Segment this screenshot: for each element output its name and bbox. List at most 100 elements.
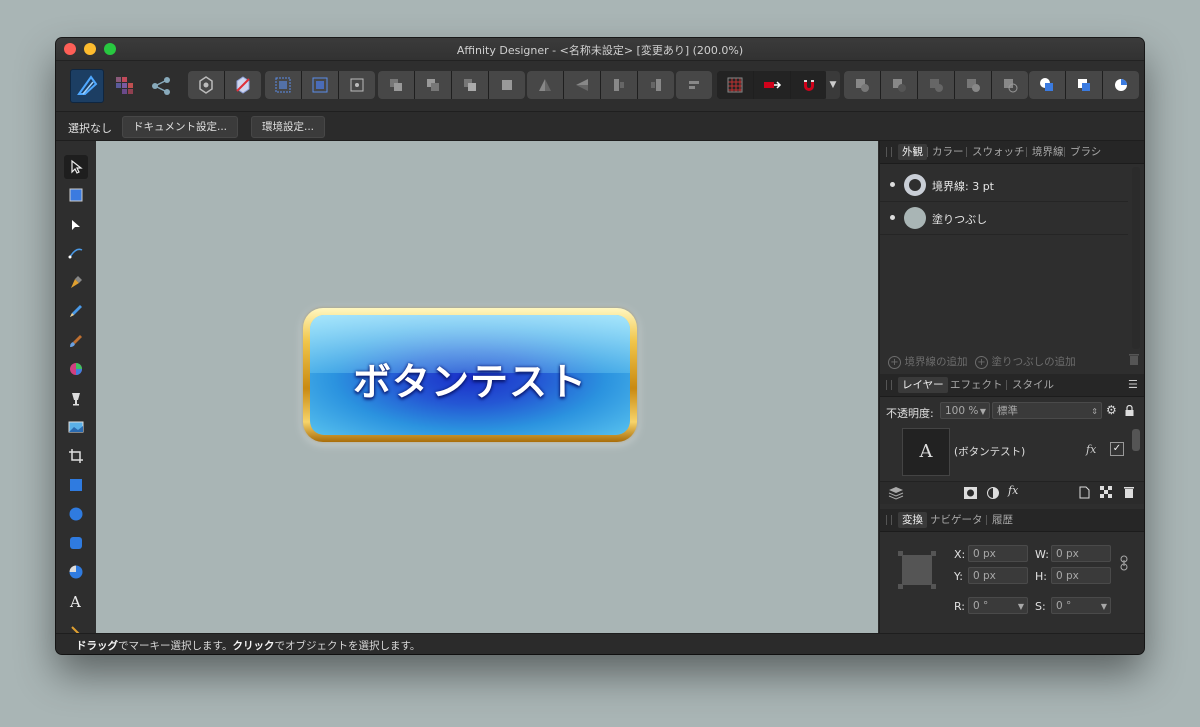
boolean-intersect-icon[interactable] bbox=[918, 71, 954, 99]
panel-menu-icon[interactable]: ☰ bbox=[1128, 378, 1138, 391]
export-persona-icon[interactable] bbox=[150, 75, 172, 100]
fill-tool-icon[interactable] bbox=[64, 357, 88, 381]
tab-swatches[interactable]: スウォッチ bbox=[968, 144, 1029, 160]
delete-appearance-icon[interactable] bbox=[1128, 353, 1140, 369]
selection-box-icon[interactable] bbox=[265, 71, 301, 99]
visibility-dot-icon[interactable] bbox=[890, 182, 895, 187]
rotation-field[interactable]: 0 ° ▼ bbox=[968, 597, 1028, 614]
visibility-dot-icon[interactable] bbox=[890, 215, 895, 220]
rounded-rectangle-tool-icon[interactable] bbox=[64, 531, 88, 555]
tab-effects[interactable]: エフェクト bbox=[946, 377, 1007, 393]
vector-brush-tool-icon[interactable] bbox=[64, 329, 88, 353]
boolean-divide-icon[interactable] bbox=[992, 71, 1028, 99]
add-stroke-button[interactable]: + 境界線の追加 bbox=[888, 354, 968, 369]
add-fill-button[interactable]: + 塗りつぶしの追加 bbox=[975, 354, 1076, 369]
tab-appearance[interactable]: 外観 bbox=[898, 144, 927, 160]
snapping-dropdown-chevron-icon[interactable]: ▼ bbox=[826, 71, 840, 99]
stroke-swatch-icon[interactable] bbox=[904, 174, 926, 196]
delete-layer-icon[interactable] bbox=[1123, 486, 1135, 502]
panel-grip-icon[interactable] bbox=[886, 380, 892, 390]
layers-stack-icon[interactable] bbox=[888, 486, 904, 503]
boolean-subtract-icon[interactable] bbox=[881, 71, 917, 99]
tab-navigator[interactable]: ナビゲータ bbox=[926, 512, 987, 528]
add-layer-icon[interactable] bbox=[1079, 486, 1090, 502]
tab-styles[interactable]: スタイル bbox=[1008, 377, 1058, 393]
align-box-icon[interactable] bbox=[302, 71, 338, 99]
chevron-down-icon: ▼ bbox=[1017, 602, 1024, 611]
tab-stroke[interactable]: 境界線 bbox=[1028, 144, 1068, 160]
w-field[interactable]: 0 px bbox=[1051, 545, 1111, 562]
appearance-row-stroke[interactable]: 境界線: 3 pt bbox=[880, 169, 1128, 202]
pie-tool-icon[interactable] bbox=[64, 560, 88, 584]
rotate-left-icon[interactable] bbox=[601, 71, 637, 99]
insert-top-icon[interactable] bbox=[1066, 71, 1102, 99]
preferences-button[interactable]: 環境設定... bbox=[251, 116, 326, 138]
panel-grip-icon[interactable] bbox=[886, 515, 892, 525]
grid-icon[interactable] bbox=[717, 71, 753, 99]
flip-horizontal-icon[interactable] bbox=[527, 71, 563, 99]
point-transform-tool-icon[interactable] bbox=[64, 241, 88, 265]
move-to-back-icon[interactable] bbox=[378, 71, 414, 99]
align-icon[interactable] bbox=[676, 71, 712, 99]
crop-tool-icon[interactable] bbox=[64, 444, 88, 468]
artboard-tool-icon[interactable] bbox=[64, 183, 88, 207]
document-setup-button[interactable]: ドキュメント設定... bbox=[122, 116, 239, 138]
shear-field[interactable]: 0 ° ▼ bbox=[1051, 597, 1111, 614]
flip-vertical-icon[interactable] bbox=[564, 71, 600, 99]
tab-color[interactable]: カラー bbox=[928, 144, 968, 160]
artistic-text-tool-icon[interactable]: A bbox=[64, 589, 88, 613]
snap-to-icon[interactable] bbox=[754, 71, 790, 99]
transparency-tool-icon[interactable] bbox=[64, 387, 88, 411]
link-aspect-icon[interactable] bbox=[1120, 555, 1128, 574]
insert-inside-icon[interactable] bbox=[1103, 71, 1139, 99]
move-back-one-icon[interactable] bbox=[415, 71, 451, 99]
fill-swatch-icon[interactable] bbox=[904, 207, 926, 229]
move-tool-icon[interactable] bbox=[64, 155, 88, 179]
boolean-xor-icon[interactable] bbox=[955, 71, 991, 99]
snapping-magnet-icon[interactable] bbox=[791, 71, 827, 99]
move-to-front-icon[interactable] bbox=[489, 71, 525, 99]
x-field[interactable]: 0 px bbox=[968, 545, 1028, 562]
game-button-artwork[interactable]: ボタンテスト bbox=[303, 308, 637, 442]
lock-icon[interactable] bbox=[1125, 404, 1134, 419]
panel-grip-icon[interactable] bbox=[886, 147, 892, 157]
place-image-tool-icon[interactable] bbox=[64, 415, 88, 439]
move-forward-one-icon[interactable] bbox=[452, 71, 488, 99]
snapping-options-icon[interactable] bbox=[225, 71, 261, 99]
tab-brushes[interactable]: ブラシ bbox=[1066, 144, 1105, 160]
ellipse-tool-icon[interactable] bbox=[64, 502, 88, 526]
pencil-tool-icon[interactable] bbox=[64, 299, 88, 323]
layer-row[interactable]: A (ボタンテスト) fx ✓ bbox=[880, 426, 1130, 480]
appearance-scrollbar[interactable] bbox=[1132, 167, 1140, 349]
x-label: X: bbox=[954, 548, 966, 561]
mask-icon[interactable] bbox=[964, 487, 977, 502]
add-fx-icon[interactable]: fx bbox=[1008, 484, 1018, 497]
anchor-selector[interactable] bbox=[898, 551, 936, 589]
transform-origin-icon[interactable] bbox=[339, 71, 375, 99]
insert-behind-icon[interactable] bbox=[1029, 71, 1065, 99]
fx-icon[interactable]: fx bbox=[1086, 443, 1096, 456]
tab-transform[interactable]: 変換 bbox=[898, 512, 927, 528]
gear-icon[interactable]: ⚙ bbox=[1106, 403, 1117, 417]
assistant-icon[interactable] bbox=[188, 71, 224, 99]
layers-scrollbar[interactable] bbox=[1132, 429, 1140, 451]
document-canvas[interactable]: ボタンテスト bbox=[96, 141, 878, 633]
pen-tool-icon[interactable] bbox=[64, 271, 88, 295]
add-pixel-layer-icon[interactable] bbox=[1100, 486, 1112, 501]
designer-persona-icon[interactable] bbox=[70, 69, 104, 103]
rectangle-tool-icon[interactable] bbox=[64, 473, 88, 497]
pixel-persona-icon[interactable] bbox=[114, 75, 136, 100]
boolean-add-icon[interactable] bbox=[844, 71, 880, 99]
context-toolbar: 選択なし ドキュメント設定... 環境設定... bbox=[56, 112, 1144, 141]
h-field[interactable]: 0 px bbox=[1051, 567, 1111, 584]
adjustment-icon[interactable] bbox=[987, 487, 999, 502]
blend-mode-select[interactable]: 標準 ⇕ bbox=[992, 402, 1102, 419]
node-tool-icon[interactable] bbox=[64, 213, 88, 237]
tab-history[interactable]: 履歴 bbox=[988, 512, 1017, 528]
y-field[interactable]: 0 px bbox=[968, 567, 1028, 584]
opacity-field[interactable]: 100 % ▼ bbox=[940, 402, 990, 419]
appearance-row-fill[interactable]: 塗りつぶし bbox=[880, 202, 1128, 235]
layer-visibility-checkbox[interactable]: ✓ bbox=[1110, 442, 1124, 456]
rotate-right-icon[interactable] bbox=[638, 71, 674, 99]
tab-layers[interactable]: レイヤー bbox=[898, 377, 948, 393]
